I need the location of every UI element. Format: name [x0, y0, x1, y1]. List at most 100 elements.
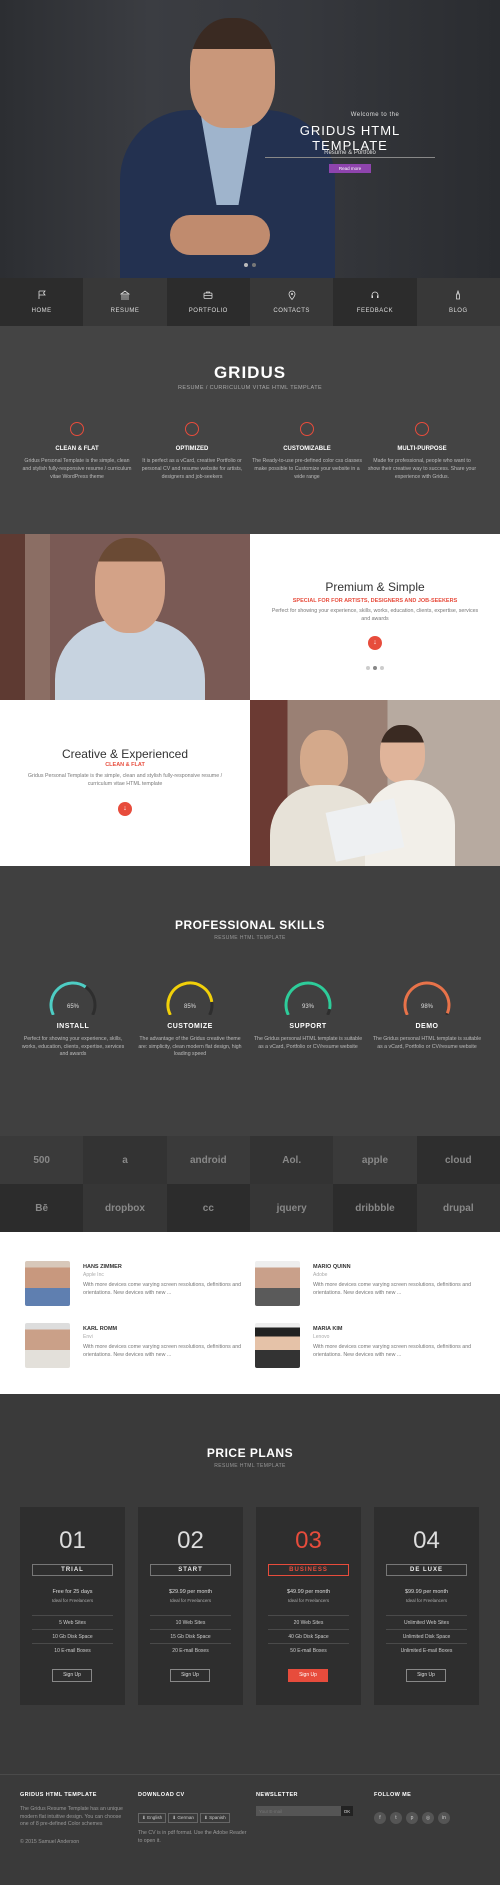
plan-number: 01 — [59, 1527, 86, 1554]
plan-feature: Unlimited E-mail Boxes — [386, 1643, 467, 1654]
nav-item-portfolio[interactable]: PORTFOLIO — [166, 278, 250, 326]
behance-logo[interactable]: Bē — [0, 1184, 84, 1232]
plan-feature: 10 E-mail Boxes — [32, 1643, 113, 1654]
drupal-logo[interactable]: drupal — [416, 1184, 500, 1232]
linkedin-icon[interactable]: in — [438, 1812, 450, 1824]
language-buttons: ⬇ English ⬇ German ⬇ Spanish — [138, 1806, 248, 1824]
bank-icon — [119, 290, 130, 300]
plan-feature: 10 Web Sites — [150, 1615, 231, 1626]
main-nav: HOME RESUME PORTFOLIO CONTACTS FEEDBACK … — [0, 278, 500, 326]
skill-gauge: 85% — [166, 981, 214, 1015]
arrow-down-button[interactable]: ↓ — [368, 636, 382, 650]
dribbble-logo[interactable]: dribbble — [333, 1184, 417, 1232]
feature-title: MULTI-PURPOSE — [397, 446, 447, 452]
read-more-button[interactable]: Read more — [329, 164, 371, 173]
flag-icon — [38, 290, 46, 299]
skill-title: SUPPORT — [289, 1023, 327, 1030]
lang-label: English — [147, 1815, 163, 1820]
compass-icon — [185, 422, 199, 436]
skills-title: PROFESSIONAL SKILLS — [175, 918, 325, 932]
member-company: Adobe — [313, 1272, 328, 1278]
avatar — [255, 1323, 300, 1368]
instagram-icon[interactable]: ◎ — [422, 1812, 434, 1824]
sign-up-button[interactable]: Sign Up — [52, 1669, 92, 1682]
email-input[interactable] — [256, 1806, 341, 1816]
footer-title: DOWNLOAD CV — [138, 1792, 185, 1798]
slider-dot[interactable] — [373, 666, 377, 670]
skill-percent: 93% — [302, 1004, 315, 1010]
lang-german-button[interactable]: ⬇ German — [168, 1813, 198, 1823]
sign-up-button[interactable]: Sign Up — [288, 1669, 328, 1682]
nav-item-blog[interactable]: BLOG — [416, 278, 500, 326]
skill-gauge: 93% — [284, 981, 332, 1015]
android-logo[interactable]: android — [166, 1136, 250, 1184]
feature-optimized: OPTIMIZED It is perfect as a vCard, crea… — [137, 422, 247, 481]
member-name: HANS ZIMMER — [83, 1264, 122, 1270]
slider-dot[interactable] — [252, 263, 256, 267]
plan-feature: Unlimited Disk Space — [386, 1629, 467, 1640]
skill-percent: 85% — [184, 1004, 197, 1010]
briefcase-icon — [203, 291, 213, 299]
footer-download: DOWNLOAD CV ⬇ English ⬇ German ⬇ Spanish T… — [138, 1792, 248, 1845]
team-member: MARIA KIM Lenovo With more devices come … — [255, 1323, 475, 1373]
500px-logo[interactable]: 500 — [0, 1136, 84, 1184]
sign-up-button[interactable]: Sign Up — [170, 1669, 210, 1682]
pinterest-icon[interactable]: p — [406, 1812, 418, 1824]
plan-de-luxe: 04 DE LUXE $99.99 per month Ideal for Fr… — [374, 1507, 479, 1705]
lang-spanish-button[interactable]: ⬇ Spanish — [199, 1813, 230, 1823]
amazon-logo[interactable]: a — [83, 1136, 167, 1184]
team-photo — [250, 700, 500, 866]
feature-desc: Made for professional, people who want t… — [367, 458, 477, 480]
member-name: KARL ROMM — [83, 1326, 118, 1332]
facebook-icon[interactable]: f — [374, 1812, 386, 1824]
cloud-logo[interactable]: cloud — [416, 1136, 500, 1184]
gauge-fill — [166, 981, 214, 1015]
nav-item-resume[interactable]: RESUME — [83, 278, 167, 326]
skill-desc: The Gridus personal HTML template is sui… — [253, 1036, 363, 1050]
ok-button[interactable]: OK — [341, 1806, 353, 1816]
apple-logo[interactable]: apple — [333, 1136, 417, 1184]
lang-english-button[interactable]: ⬇ English — [138, 1813, 167, 1823]
skill-install: 65% INSTALL Perfect for showing your exp… — [18, 975, 128, 1059]
nav-label: CONTACTS — [273, 308, 310, 314]
aol-logo[interactable]: Aol. — [250, 1136, 334, 1184]
newsletter-form: OK — [256, 1806, 361, 1816]
member-company: Apple Inc — [83, 1272, 104, 1278]
nav-item-feedback[interactable]: FEEDBACK — [333, 278, 417, 326]
woman-face — [380, 725, 425, 783]
slider-dot[interactable] — [244, 263, 248, 267]
nav-item-contacts[interactable]: CONTACTS — [249, 278, 334, 326]
skills-subtitle: RESUME HTML TEMPLATE — [214, 935, 286, 941]
hero-subtitle: Resume & Portfolio — [324, 150, 376, 156]
slider-dot[interactable] — [380, 666, 384, 670]
skill-gauge: 65% — [49, 981, 97, 1015]
plan-ideal: Ideal for Freelancers — [405, 1598, 448, 1603]
member-name: MARIA KIM — [313, 1326, 343, 1332]
footer-follow: FOLLOW ME f t p ◎ in — [374, 1792, 484, 1824]
arrow-down-button[interactable]: ↓ — [118, 802, 132, 816]
twitter-icon[interactable]: t — [390, 1812, 402, 1824]
sign-up-button[interactable]: Sign Up — [406, 1669, 446, 1682]
footer-title: FOLLOW ME — [374, 1792, 412, 1798]
hero-person-head — [190, 18, 275, 128]
plan-feature: 20 E-mail Boxes — [150, 1643, 231, 1654]
nav-label: HOME — [31, 308, 52, 314]
skill-customize: 85% CUSTOMIZE The advantage of the Gridu… — [135, 975, 245, 1059]
creative-cloud-logo[interactable]: cc — [166, 1184, 250, 1232]
plan-feature: Unlimited Web Sites — [386, 1615, 467, 1626]
lang-label: Spanish — [209, 1815, 226, 1820]
slider-dot[interactable] — [366, 666, 370, 670]
plan-start: 02 START $29.99 per month Ideal for Free… — [138, 1507, 243, 1705]
jquery-logo[interactable]: jquery — [250, 1184, 334, 1232]
intro-subtitle: RESUME / CURRICULUM VITAE HTML TEMPLATE — [177, 385, 323, 391]
feature-clean-flat: CLEAN & FLAT Gridus Personal Template is… — [22, 422, 132, 481]
nav-item-home[interactable]: HOME — [0, 278, 84, 326]
dropbox-logo[interactable]: dropbox — [83, 1184, 167, 1232]
avatar — [255, 1261, 300, 1306]
team-member: MARIO QUINN Adobe With more devices come… — [255, 1261, 475, 1311]
member-name: MARIO QUINN — [313, 1264, 351, 1270]
skill-desc: Perfect for showing your experience, ski… — [21, 1036, 125, 1057]
download-text: The CV is in pdf format. Use the Adobe R… — [138, 1830, 247, 1844]
member-desc: With more devices come varying screen re… — [313, 1282, 472, 1296]
plan-ideal: Ideal for Freelancers — [169, 1598, 212, 1603]
